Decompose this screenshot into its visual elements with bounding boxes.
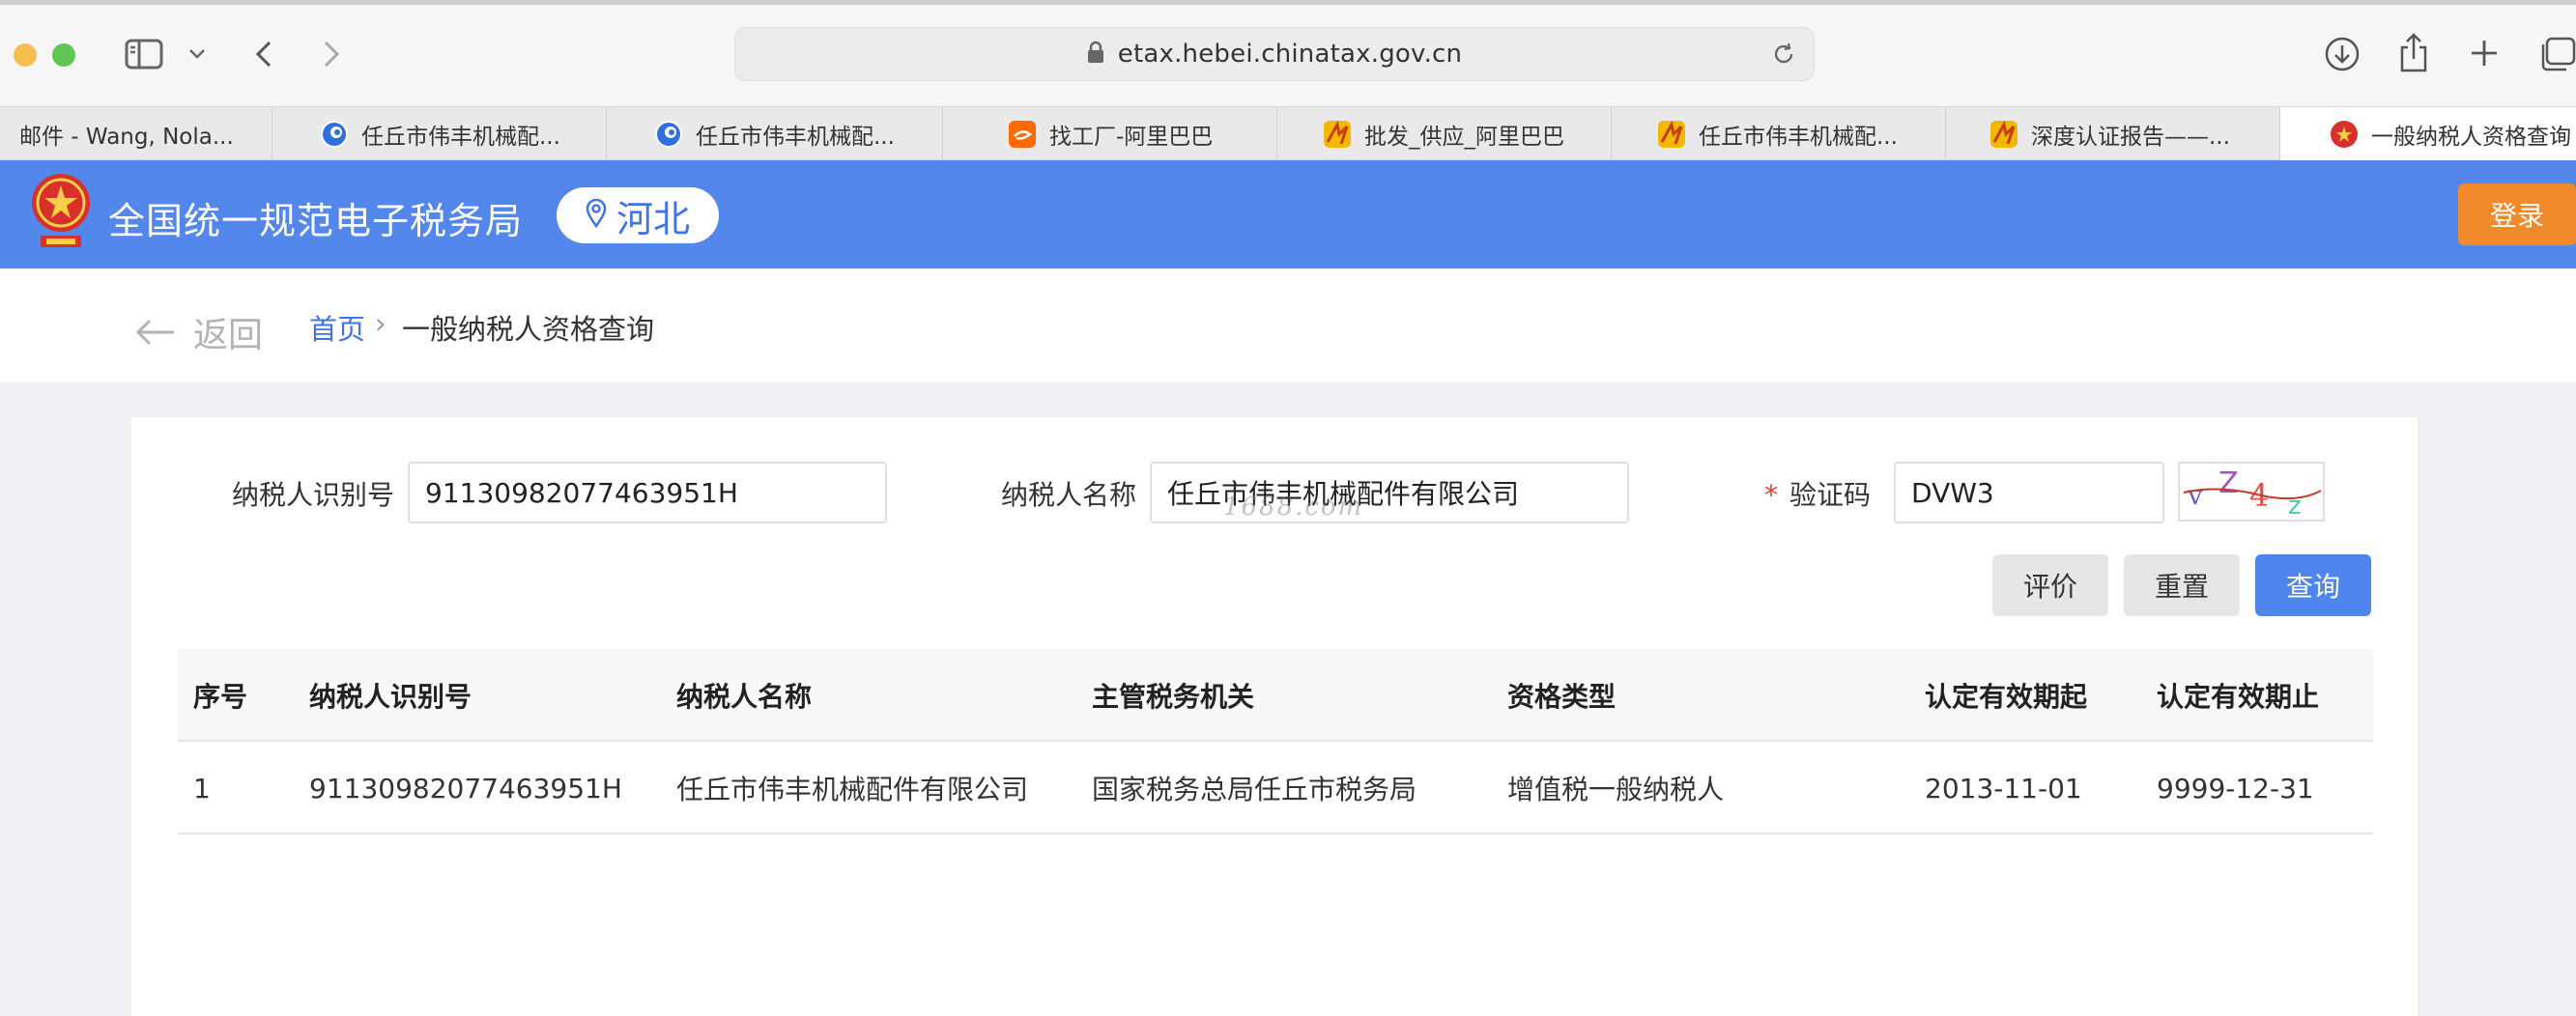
taxpayer-name-label: 纳税人名称 [1001, 479, 1137, 511]
column-header-tax-authority: 主管税务机关 [1092, 681, 1255, 713]
column-header-qualification-type: 资格类型 [1507, 681, 1617, 713]
breadcrumb: 返回 首页 › 一般纳税人资格查询 [0, 268, 2576, 382]
watermark-text: 1688.com [1223, 493, 1364, 522]
left-arrow-icon [135, 319, 174, 346]
tab-title: 任丘市伟丰机械配... [1699, 125, 1898, 150]
minimize-window-button[interactable] [14, 43, 37, 67]
breadcrumb-current: 一般纳税人资格查询 [402, 313, 655, 346]
alibaba-1688-favicon-icon [1324, 121, 1351, 148]
cell-valid-from: 2013-11-01 [1925, 772, 2082, 804]
alibaba-1688-favicon-icon [1990, 121, 2018, 148]
column-header-taxpayer-id: 纳税人识别号 [309, 681, 472, 713]
region-label: 河北 [615, 197, 690, 240]
cell-index: 1 [193, 772, 211, 804]
back-label: 返回 [193, 316, 264, 355]
cell-taxpayer-name: 任丘市伟丰机械配件有限公司 [676, 774, 1029, 805]
url-text: etax.hebei.chinatax.gov.cn [1117, 40, 1463, 69]
captcha-input[interactable]: DVW3 [1894, 462, 2164, 523]
address-bar[interactable]: etax.hebei.chinatax.gov.cn [734, 27, 1815, 81]
share-icon[interactable] [2396, 31, 2431, 73]
breadcrumb-separator: › [375, 307, 386, 340]
location-pin-icon [586, 194, 607, 237]
national-emblem-favicon-icon [2331, 121, 2358, 148]
tab-mail[interactable]: 邮件 - Wang, Nola... [0, 107, 272, 161]
tab-title: 一般纳税人资格查询 [2371, 125, 2571, 150]
column-header-taxpayer-name: 纳税人名称 [676, 681, 813, 713]
forward-arrow-icon[interactable] [317, 37, 346, 71]
results-table: 序号 纳税人识别号 纳税人名称 主管税务机关 资格类型 认定有效期起 认定有效期… [178, 649, 2373, 834]
tab-title: 深度认证报告——... [2031, 125, 2230, 150]
swirl-favicon-icon [321, 121, 348, 148]
new-tab-icon[interactable] [2468, 37, 2501, 70]
cell-valid-to: 9999-12-31 [2157, 772, 2314, 804]
query-button[interactable]: 查询 [2255, 554, 2371, 616]
chevron-down-icon[interactable] [186, 42, 209, 66]
reset-button[interactable]: 重置 [2124, 554, 2240, 616]
svg-text:Z: Z [2218, 466, 2239, 500]
cell-tax-authority: 国家税务总局任丘市税务局 [1092, 774, 1417, 805]
login-button[interactable]: 登录 [2458, 183, 2576, 245]
tab-title: 找工厂-阿里巴巴 [1049, 125, 1214, 150]
tax-emblem-icon [27, 172, 95, 255]
breadcrumb-home-link[interactable]: 首页 [309, 307, 365, 348]
tab-overview-icon[interactable] [2537, 35, 2576, 73]
tab-title: 任丘市伟丰机械配... [696, 125, 895, 150]
taxpayer-id-label: 纳税人识别号 [232, 479, 395, 511]
table-header: 序号 纳税人识别号 纳税人名称 主管税务机关 资格类型 认定有效期起 认定有效期… [178, 649, 2373, 742]
alibaba-1688-favicon-icon [1658, 121, 1685, 148]
reload-icon[interactable] [1771, 42, 1796, 71]
svg-text:v: v [2187, 479, 2203, 511]
column-header-index: 序号 [193, 681, 248, 713]
alibaba-favicon-icon [1009, 121, 1036, 148]
lock-icon [1087, 41, 1104, 68]
tab-taxpayer-query[interactable]: 一般纳税人资格查询 [2280, 107, 2576, 161]
column-header-valid-to: 认定有效期止 [2157, 681, 2320, 713]
tab-company-3[interactable]: 任丘市伟丰机械配... [1612, 107, 1946, 161]
downloads-icon[interactable] [2323, 35, 2361, 73]
tab-find-factory[interactable]: 找工厂-阿里巴巴 [943, 107, 1277, 161]
swirl-favicon-icon [655, 121, 682, 148]
table-row: 1 91130982077463951H 任丘市伟丰机械配件有限公司 国家税务总… [178, 742, 2373, 834]
tab-title: 邮件 - Wang, Nola... [19, 125, 234, 150]
cell-qualification-type: 增值税一般纳税人 [1507, 774, 1725, 805]
required-mark: * [1764, 479, 1778, 511]
captcha-label-text: 验证码 [1789, 479, 1872, 511]
site-title: 全国统一规范电子税务局 [108, 200, 524, 242]
captcha-label: * 验证码 [1764, 474, 1871, 513]
tab-title: 任丘市伟丰机械配... [361, 125, 560, 150]
tab-wholesale[interactable]: 批发_供应_阿里巴巴 [1277, 107, 1612, 161]
back-arrow-icon[interactable] [249, 37, 278, 71]
taxpayer-name-input[interactable]: 任丘市伟丰机械配件有限公司 [1150, 462, 1629, 523]
tab-title: 批发_供应_阿里巴巴 [1364, 125, 1564, 150]
cell-taxpayer-id: 91130982077463951H [309, 772, 622, 804]
captcha-image[interactable]: v Z 4 z [2178, 462, 2325, 522]
sidebar-toggle-icon[interactable] [124, 37, 164, 71]
site-header: 全国统一规范电子税务局 河北 登录 [0, 160, 2576, 268]
zoom-window-button[interactable] [52, 43, 75, 67]
back-button[interactable]: 返回 [135, 307, 263, 357]
tab-company-1[interactable]: 任丘市伟丰机械配... [272, 107, 607, 161]
tab-verification-report[interactable]: 深度认证报告——... [1946, 107, 2280, 161]
query-panel: 纳税人识别号 91130982077463951H 纳税人名称 任丘市伟丰机械配… [131, 417, 2418, 1016]
column-header-valid-from: 认定有效期起 [1925, 681, 2088, 713]
region-selector[interactable]: 河北 [557, 187, 719, 243]
taxpayer-id-input[interactable]: 91130982077463951H [408, 462, 887, 523]
tab-company-2[interactable]: 任丘市伟丰机械配... [607, 107, 943, 161]
tab-bar: 邮件 - Wang, Nola... 任丘市伟丰机械配... 任丘市伟丰机械配.… [0, 106, 2576, 161]
window-edge [0, 0, 2576, 5]
evaluate-button[interactable]: 评价 [1992, 554, 2108, 616]
svg-text:z: z [2288, 492, 2302, 520]
browser-toolbar: etax.hebei.chinatax.gov.cn [0, 0, 2576, 106]
